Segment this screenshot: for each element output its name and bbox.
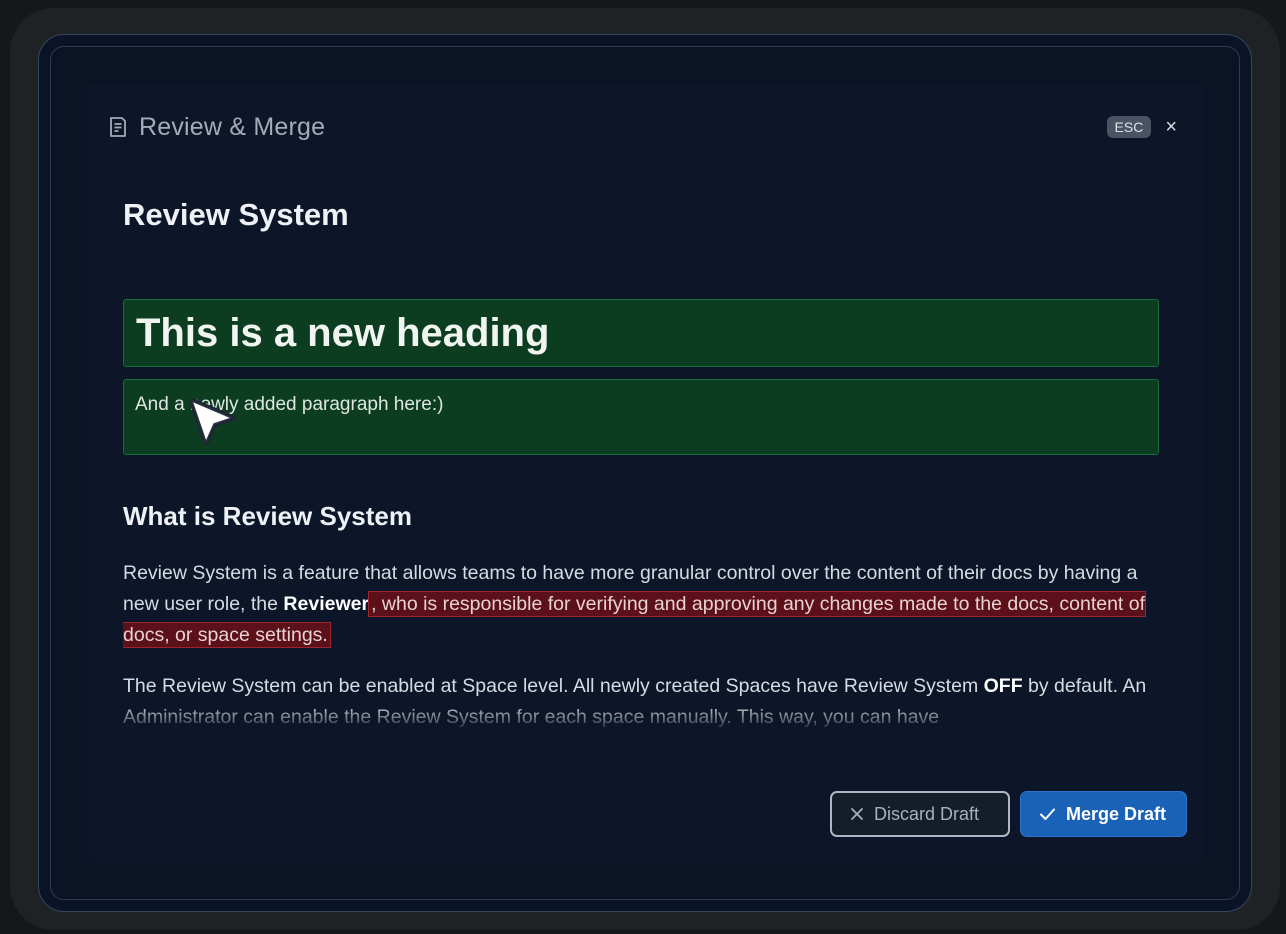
paragraph-text: The Review System can be enabled at Spac…	[123, 675, 984, 697]
scroll-fade	[123, 703, 1159, 733]
added-heading-text: This is a new heading	[136, 310, 550, 355]
document-icon	[107, 116, 129, 138]
added-paragraph-block: And a newly added paragraph here:)	[123, 379, 1159, 455]
close-button[interactable]: ×	[1165, 117, 1177, 137]
discard-draft-button[interactable]: Discard Draft	[830, 791, 1010, 837]
diff-content[interactable]: Review System This is a new heading And …	[123, 193, 1159, 733]
document-title: Review System	[123, 197, 349, 232]
review-merge-modal: Review & Merge ESC × Review System This …	[87, 83, 1205, 863]
check-icon	[1039, 807, 1056, 821]
modal-footer: Discard Draft Merge Draft	[830, 791, 1187, 837]
discard-draft-label: Discard Draft	[874, 803, 980, 824]
close-icon	[850, 807, 864, 821]
merge-draft-label: Merge Draft	[1066, 803, 1167, 824]
bold-off: OFF	[983, 675, 1023, 697]
added-heading-block: This is a new heading	[123, 299, 1159, 367]
section-heading: What is Review System	[123, 501, 412, 531]
esc-badge: ESC	[1106, 116, 1152, 138]
paragraph: Review System is a feature that allows t…	[123, 558, 1159, 651]
bold-reviewer: Reviewer	[283, 593, 370, 615]
cursor-icon	[188, 398, 238, 448]
modal-header: Review & Merge ESC ×	[107, 111, 1177, 143]
app-screen: Review & Merge ESC × Review System This …	[50, 46, 1240, 900]
modal-title: Review & Merge	[139, 112, 326, 141]
merge-draft-button[interactable]: Merge Draft	[1020, 791, 1187, 837]
added-paragraph-text: And a newly added paragraph here:)	[135, 394, 444, 415]
